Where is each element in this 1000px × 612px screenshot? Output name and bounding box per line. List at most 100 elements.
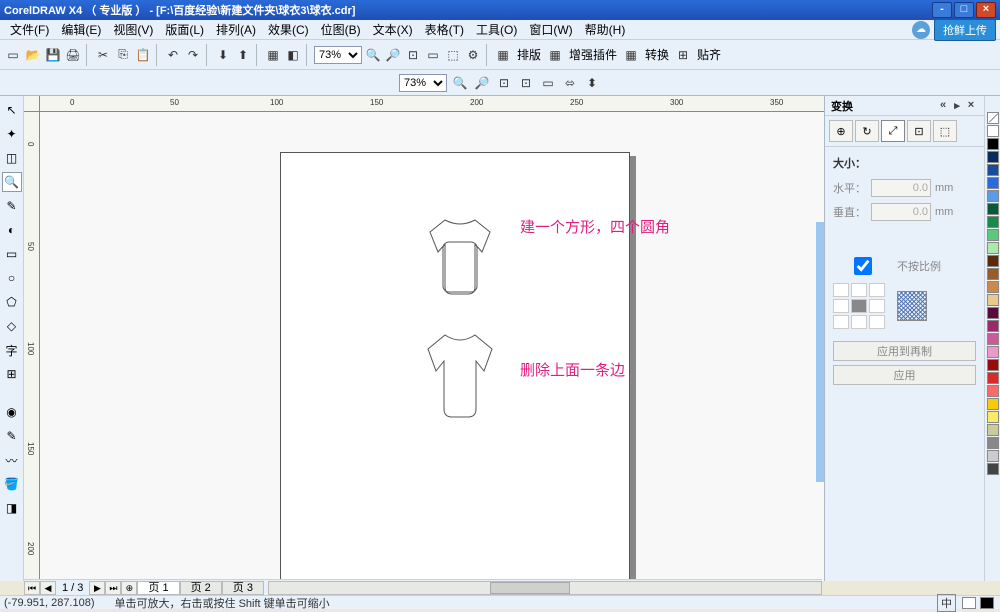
color-swatch-21[interactable]	[987, 398, 999, 410]
color-swatch-26[interactable]	[987, 463, 999, 475]
first-page-button[interactable]: ⏮	[24, 581, 40, 595]
zoom-in-2-icon[interactable]: 🔍	[451, 74, 469, 92]
outline-swatch[interactable]	[980, 597, 994, 609]
menu-help[interactable]: 帮助(H)	[579, 19, 632, 40]
smart-fill-tool[interactable]: ◐	[2, 220, 22, 240]
undo-icon[interactable]: ↶	[164, 46, 182, 64]
next-page-button[interactable]: ▶	[89, 581, 105, 595]
menu-file[interactable]: 文件(F)	[4, 19, 55, 40]
color-swatch-19[interactable]	[987, 372, 999, 384]
eyedropper-tool[interactable]: ✎	[2, 426, 22, 446]
freehand-tool[interactable]: ✎	[2, 196, 22, 216]
color-swatch-5[interactable]	[987, 190, 999, 202]
docker-expand-icon[interactable]: «	[936, 99, 950, 113]
zoom-page-icon[interactable]: ▭	[424, 46, 442, 64]
size-tab[interactable]: ⊡	[907, 120, 931, 142]
polygon-tool[interactable]: ⬠	[2, 292, 22, 312]
outline-tool[interactable]: 〰	[2, 450, 22, 470]
plugin-icon-3[interactable]: ▦	[622, 46, 640, 64]
print-icon[interactable]: 🖨	[64, 46, 82, 64]
menu-effects[interactable]: 效果(C)	[262, 19, 315, 40]
zoom-select-1[interactable]: 73%	[314, 46, 362, 64]
menu-bitmap[interactable]: 位图(B)	[315, 19, 367, 40]
rectangle-tool[interactable]: ▭	[2, 244, 22, 264]
table-tool[interactable]: ⊞	[2, 364, 22, 384]
color-swatch-2[interactable]	[987, 151, 999, 163]
plugin-icon-1[interactable]: ▦	[494, 46, 512, 64]
rotate-tab[interactable]: ↻	[855, 120, 879, 142]
upload-button[interactable]: 抢鲜上传	[934, 19, 996, 41]
import-icon[interactable]: ⬇	[214, 46, 232, 64]
color-swatch-15[interactable]	[987, 320, 999, 332]
color-swatch-20[interactable]	[987, 385, 999, 397]
paste-icon[interactable]: 📋	[134, 46, 152, 64]
menu-arrange[interactable]: 排列(A)	[210, 19, 262, 40]
options-icon[interactable]: ⚙	[464, 46, 482, 64]
no-color-swatch[interactable]	[987, 112, 999, 124]
plugin-icon-2[interactable]: ▦	[546, 46, 564, 64]
redo-icon[interactable]: ↷	[184, 46, 202, 64]
position-tab[interactable]: ⊕	[829, 120, 853, 142]
color-swatch-17[interactable]	[987, 346, 999, 358]
zoom-height-icon[interactable]: ⬍	[583, 74, 601, 92]
color-swatch-16[interactable]	[987, 333, 999, 345]
plugin-convert[interactable]: 转换	[642, 46, 672, 63]
cut-icon[interactable]: ✂	[94, 46, 112, 64]
app-launcher-icon[interactable]: ▦	[264, 46, 282, 64]
skew-tab[interactable]: ⬚	[933, 120, 957, 142]
color-swatch-12[interactable]	[987, 281, 999, 293]
zoom-all-icon[interactable]: ⊡	[517, 74, 535, 92]
color-swatch-7[interactable]	[987, 216, 999, 228]
horizontal-scrollbar[interactable]	[268, 581, 822, 595]
last-page-button[interactable]: ⏭	[105, 581, 121, 595]
zoom-in-icon[interactable]: 🔍	[364, 46, 382, 64]
color-swatch-25[interactable]	[987, 450, 999, 462]
docker-close-icon[interactable]: ×	[964, 99, 978, 113]
apply-button[interactable]: 应用	[833, 365, 976, 385]
menu-window[interactable]: 窗口(W)	[523, 19, 578, 40]
fill-swatch[interactable]	[962, 597, 976, 609]
apply-copy-button[interactable]: 应用到再制	[833, 341, 976, 361]
page-tab-1[interactable]: 页 1	[137, 581, 179, 595]
zoom-width-icon[interactable]: ⬄	[561, 74, 579, 92]
plugin-enhance[interactable]: 增强插件	[566, 46, 620, 63]
basic-shapes-tool[interactable]: ◇	[2, 316, 22, 336]
fill-tool[interactable]: 🪣	[2, 474, 22, 494]
prev-page-button[interactable]: ◀	[40, 581, 56, 595]
save-icon[interactable]: 💾	[44, 46, 62, 64]
menu-view[interactable]: 视图(V)	[107, 19, 159, 40]
menu-edit[interactable]: 编辑(E)	[55, 19, 107, 40]
color-swatch-4[interactable]	[987, 177, 999, 189]
menu-tools[interactable]: 工具(O)	[470, 19, 523, 40]
zoom-out-2-icon[interactable]: 🔎	[473, 74, 491, 92]
color-swatch-18[interactable]	[987, 359, 999, 371]
menu-table[interactable]: 表格(T)	[419, 19, 470, 40]
cloud-icon[interactable]: ☁	[912, 21, 930, 39]
copy-icon[interactable]: ⎘	[114, 46, 132, 64]
color-swatch-22[interactable]	[987, 411, 999, 423]
crop-tool[interactable]: ◫	[2, 148, 22, 168]
page-tab-3[interactable]: 页 3	[222, 581, 264, 595]
export-icon[interactable]: ⬆	[234, 46, 252, 64]
scale-tab[interactable]: ⤢	[881, 120, 905, 142]
minimize-button[interactable]: -	[932, 2, 952, 18]
color-swatch-13[interactable]	[987, 294, 999, 306]
pick-tool[interactable]: ↖	[2, 100, 22, 120]
anchor-grid[interactable]	[833, 283, 885, 329]
zoom-sel-icon[interactable]: ⊡	[495, 74, 513, 92]
interactive-fill-tool[interactable]: ◨	[2, 498, 22, 518]
blend-tool[interactable]: ◉	[2, 402, 22, 422]
text-tool[interactable]: 字	[2, 340, 22, 360]
color-swatch-6[interactable]	[987, 203, 999, 215]
welcome-icon[interactable]: ◧	[284, 46, 302, 64]
color-swatch-0[interactable]	[987, 125, 999, 137]
zoom-tool[interactable]: 🔍	[2, 172, 22, 192]
color-swatch-9[interactable]	[987, 242, 999, 254]
menu-text[interactable]: 文本(X)	[367, 19, 419, 40]
close-button[interactable]: ×	[976, 2, 996, 18]
maximize-button[interactable]: □	[954, 2, 974, 18]
h-input[interactable]	[871, 179, 931, 197]
color-swatch-24[interactable]	[987, 437, 999, 449]
color-swatch-23[interactable]	[987, 424, 999, 436]
canvas-area[interactable]: 0 50 100 150 200 250 300 350 0 50 100 15…	[24, 96, 824, 581]
